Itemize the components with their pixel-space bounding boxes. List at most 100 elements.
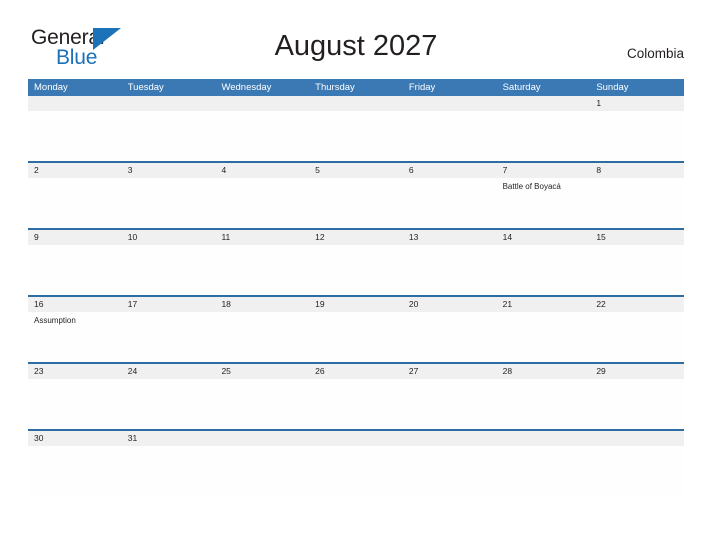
day-cell-empty [403,111,497,161]
day-number-24[interactable]: 24 [122,364,216,379]
day-cell-empty [590,379,684,429]
day-number-empty [309,96,403,111]
day-cell-empty [215,111,309,161]
day-number-22[interactable]: 22 [590,297,684,312]
day-cell-empty [309,379,403,429]
day-cell-empty [122,379,216,429]
page-header: General Blue August 2027 Colombia [0,0,712,74]
day-cell-empty [215,245,309,295]
day-cell-empty [497,379,591,429]
page-title: August 2027 [274,30,438,62]
day-number-16[interactable]: 16 [28,297,122,312]
day-cell-empty [309,312,403,362]
day-number-12[interactable]: 12 [309,230,403,245]
day-cell-empty [28,178,122,228]
day-cell-empty [215,178,309,228]
day-number-strip: 2345678 [28,163,684,178]
day-number-2[interactable]: 2 [28,163,122,178]
day-cell-empty [497,111,591,161]
day-number-empty [590,431,684,446]
calendar-week-row: 30 31 [28,429,684,496]
day-cell-empty [497,245,591,295]
day-cell-empty [309,446,403,496]
day-number-13[interactable]: 13 [403,230,497,245]
calendar-table: Monday Tuesday Wednesday Thursday Friday Satu… [28,79,684,496]
day-number-21[interactable]: 21 [497,297,591,312]
day-number-28[interactable]: 28 [497,364,591,379]
day-cell-empty [122,446,216,496]
day-cell-empty [28,379,122,429]
day-cell-empty [403,312,497,362]
day-number-empty [215,96,309,111]
day-event-7[interactable]: Battle of Boyacá [497,178,591,228]
day-cell-empty [28,111,122,161]
day-number-25[interactable]: 25 [215,364,309,379]
day-number-empty [497,96,591,111]
day-cell-empty [497,312,591,362]
calendar-week-row: 2 3 4 5 6 7 8 Battle of Boyacá [28,161,684,228]
day-cell-empty [122,312,216,362]
day-event-strip [28,111,684,161]
day-number-1[interactable]: 1 [590,96,684,111]
day-number-9[interactable]: 9 [28,230,122,245]
day-number-26[interactable]: 26 [309,364,403,379]
day-event-strip: Assumption [28,312,684,362]
day-number-strip: 9 10 11 12 13 14 15 [28,230,684,245]
day-number-strip: 30 31 [28,431,684,446]
day-cell-empty [590,446,684,496]
weekday-header-wednesday: Wednesday [221,82,272,93]
day-number-8[interactable]: 8 [590,163,684,178]
day-cell-empty [215,379,309,429]
day-cell-empty [309,245,403,295]
day-number-empty [497,431,591,446]
calendar-weeks: 1 2 3 4 5 6 7 8 Battle of Boyacá 9 10 11 12 13 14 15 16 1… [28,96,684,496]
day-event-strip [28,379,684,429]
day-number-17[interactable]: 17 [122,297,216,312]
day-number-31[interactable]: 31 [122,431,216,446]
day-event-strip [28,446,684,496]
day-cell-empty [403,379,497,429]
day-number-19[interactable]: 19 [309,297,403,312]
day-cell-empty [309,178,403,228]
day-number-empty [215,431,309,446]
day-cell-empty [403,245,497,295]
weekday-header-saturday: Saturday [502,82,541,93]
day-number-27[interactable]: 27 [403,364,497,379]
day-number-strip: 1 [28,96,684,111]
day-cell-empty [215,312,309,362]
day-number-7[interactable]: 7 [497,163,591,178]
day-number-4[interactable]: 4 [215,163,309,178]
day-number-5[interactable]: 5 [309,163,403,178]
calendar-week-row: 9 10 11 12 13 14 15 [28,228,684,295]
day-event-16[interactable]: Assumption [28,312,122,362]
day-number-30[interactable]: 30 [28,431,122,446]
day-number-3[interactable]: 3 [122,163,216,178]
day-number-empty [122,96,216,111]
day-number-empty [403,96,497,111]
day-number-10[interactable]: 10 [122,230,216,245]
day-number-29[interactable]: 29 [590,364,684,379]
calendar-week-row: 16 17 18 19 20 21 22 Assumption [28,295,684,362]
day-number-18[interactable]: 18 [215,297,309,312]
day-number-empty [28,96,122,111]
day-number-6[interactable]: 6 [403,163,497,178]
day-cell-empty [309,111,403,161]
day-cell-empty [497,446,591,496]
day-number-20[interactable]: 20 [403,297,497,312]
day-number-15[interactable]: 15 [590,230,684,245]
day-cell-empty [590,312,684,362]
day-number-11[interactable]: 11 [215,230,309,245]
calendar-week-row: 1 [28,96,684,161]
weekday-header-row: Monday Tuesday Wednesday Thursday Friday Satu… [28,79,684,96]
day-event-strip: Battle of Boyacá [28,178,684,228]
day-number-empty [403,431,497,446]
day-number-14[interactable]: 14 [497,230,591,245]
weekday-header-sunday: Sunday [596,82,629,93]
day-number-strip: 23 24 25 26 27 28 29 [28,364,684,379]
day-number-23[interactable]: 23 [28,364,122,379]
day-cell-empty [28,245,122,295]
day-cell-empty [590,245,684,295]
day-cell-empty [590,178,684,228]
weekday-header-monday: Monday [34,82,68,93]
weekday-header-thursday: Thursday [315,82,355,93]
